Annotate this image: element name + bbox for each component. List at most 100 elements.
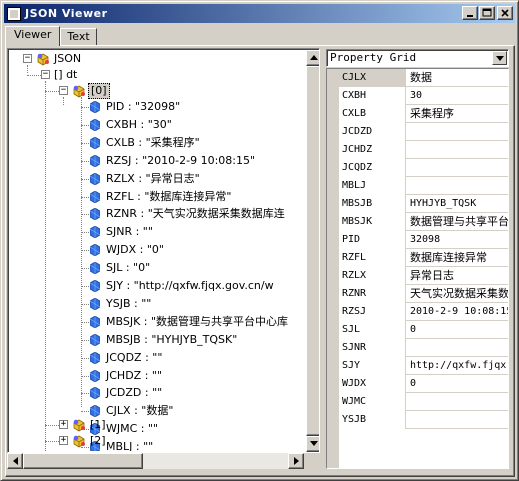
- grid-row[interactable]: RZFL 数据库连接异常: [327, 249, 508, 267]
- property-value[interactable]: 32098: [407, 231, 508, 249]
- property-value[interactable]: 采集程序: [407, 105, 508, 123]
- tree-node-item-2[interactable]: + [2]: [10, 433, 210, 449]
- close-button[interactable]: [497, 6, 513, 20]
- property-value[interactable]: [407, 393, 508, 411]
- scroll-down-button[interactable]: [306, 436, 319, 452]
- scroll-thumb[interactable]: [306, 66, 319, 436]
- tree-node-property[interactable]: RZLX : "异常日志": [10, 171, 306, 187]
- row-margin: [327, 249, 339, 267]
- pane-splitter[interactable]: [321, 48, 325, 469]
- collapse-icon[interactable]: −: [23, 54, 32, 63]
- property-value[interactable]: 异常日志: [407, 267, 508, 285]
- minimize-button[interactable]: [462, 6, 478, 20]
- tree-node-property[interactable]: SJL : "0": [10, 260, 306, 276]
- app-icon: [7, 6, 21, 21]
- dropdown-button[interactable]: [492, 51, 507, 65]
- property-value[interactable]: [407, 177, 508, 195]
- grid-row[interactable]: JCQDZ: [327, 159, 508, 177]
- tree-node-property[interactable]: CXBH : "30": [10, 117, 306, 133]
- tree-node-property[interactable]: PID : "32098": [10, 99, 306, 115]
- property-value[interactable]: 数据: [407, 69, 508, 87]
- tree-node-property[interactable]: RZSJ : "2010-2-9 10:08:15": [10, 153, 306, 169]
- grid-row[interactable]: WJDX 0: [327, 375, 508, 393]
- grid-row[interactable]: MBSJK 数据管理与共享平台中: [327, 213, 508, 231]
- grid-row[interactable]: JCHDZ: [327, 141, 508, 159]
- tree-node-label: RZFL : "数据库连接异常": [106, 189, 232, 203]
- tree-node-root[interactable]: − JSON: [10, 51, 210, 67]
- property-value[interactable]: [407, 339, 508, 357]
- property-grid-selector[interactable]: Property Grid: [326, 49, 509, 67]
- tree-node-property[interactable]: JCQDZ : "": [10, 350, 306, 366]
- property-value[interactable]: 2010-2-9 10:08:15: [407, 303, 508, 321]
- grid-row[interactable]: SJY http://qxfw.fjqx.: [327, 357, 508, 375]
- grid-row[interactable]: JCDZD: [327, 123, 508, 141]
- grid-row[interactable]: SJNR: [327, 339, 508, 357]
- property-value[interactable]: [407, 411, 508, 429]
- grid-row[interactable]: CXBH 30: [327, 87, 508, 105]
- tree-node-property[interactable]: MBSJK : "数据管理与共享平台中心库: [10, 314, 306, 330]
- property-value[interactable]: 天气实况数据采集数: [407, 285, 508, 303]
- scroll-left-button[interactable]: [7, 453, 23, 469]
- property-value[interactable]: HYHJYB_TQSK: [407, 195, 508, 213]
- scroll-right-button[interactable]: [288, 453, 304, 469]
- property-name: JCQDZ: [339, 159, 406, 177]
- property-grid[interactable]: CJLX 数据 CXBH 30 CXLB 采集程序 JCDZD JCHDZ JCQDZ MBLJ M…: [326, 68, 509, 469]
- property-name: JCDZD: [339, 123, 406, 141]
- tree-horizontal-scrollbar[interactable]: [7, 453, 320, 469]
- grid-row[interactable]: CXLB 采集程序: [327, 105, 508, 123]
- tree-vertical-scrollbar[interactable]: [306, 50, 319, 452]
- property-value[interactable]: 数据库连接异常: [407, 249, 508, 267]
- property-value[interactable]: [407, 159, 508, 177]
- expand-icon[interactable]: +: [59, 420, 68, 429]
- row-margin: [327, 141, 339, 159]
- property-icon: [90, 262, 100, 275]
- tree-node-dt[interactable]: − [] dt: [10, 67, 210, 83]
- grid-row[interactable]: PID 32098: [327, 231, 508, 249]
- tree-node-property[interactable]: MBSJB : "HYHJYB_TQSK": [10, 332, 306, 348]
- collapse-icon[interactable]: −: [41, 70, 50, 79]
- grid-row[interactable]: SJL 0: [327, 321, 508, 339]
- grid-row[interactable]: YSJB: [327, 411, 508, 429]
- title-bar[interactable]: JSON Viewer: [4, 4, 515, 23]
- grid-row[interactable]: RZSJ 2010-2-9 10:08:15: [327, 303, 508, 321]
- grid-row[interactable]: MBLJ: [327, 177, 508, 195]
- maximize-button[interactable]: [479, 6, 495, 20]
- tree-node-item-3[interactable]: +[3]: [10, 449, 210, 451]
- tree-node-label: JCDZD : "": [106, 386, 163, 400]
- tab-viewer[interactable]: Viewer: [5, 26, 61, 46]
- property-value[interactable]: 0: [407, 375, 508, 393]
- tree-node-property[interactable]: JCHDZ : "": [10, 368, 306, 384]
- tree-node-property[interactable]: RZNR : "天气实况数据采集数据库连: [10, 206, 306, 222]
- tree-node-item-0[interactable]: − [0]: [10, 83, 210, 99]
- grid-row[interactable]: CJLX 数据: [327, 69, 508, 87]
- tree-node-item-1[interactable]: + [1]: [10, 417, 210, 433]
- tree-node-property[interactable]: WJDX : "0": [10, 242, 306, 258]
- json-tree-view[interactable]: − JSON − [] dt − [0] PID: "32098" CXBH …: [7, 48, 320, 453]
- property-name: SJY: [339, 357, 406, 375]
- tree-node-property[interactable]: SJY : "http://qxfw.fjqx.gov.cn/w: [10, 278, 306, 294]
- property-value[interactable]: 0: [407, 321, 508, 339]
- tree-node-property[interactable]: YSJB : "": [10, 296, 306, 312]
- grid-row[interactable]: RZNR 天气实况数据采集数: [327, 285, 508, 303]
- property-value[interactable]: [407, 123, 508, 141]
- tab-text[interactable]: Text: [60, 28, 97, 46]
- property-value[interactable]: http://qxfw.fjqx.: [407, 357, 508, 375]
- property-value[interactable]: [407, 141, 508, 159]
- property-value[interactable]: 30: [407, 87, 508, 105]
- scroll-thumb[interactable]: [23, 453, 143, 469]
- grid-row[interactable]: RZLX 异常日志: [327, 267, 508, 285]
- property-name: MBSJB: [339, 195, 406, 213]
- tree-node-property[interactable]: JCDZD : "": [10, 385, 306, 401]
- row-margin: [327, 393, 339, 411]
- row-margin: [327, 177, 339, 195]
- tree-node-property[interactable]: SJNR : "": [10, 224, 306, 240]
- grid-row[interactable]: MBSJB HYHJYB_TQSK: [327, 195, 508, 213]
- tree-node-property[interactable]: CXLB : "采集程序": [10, 135, 306, 151]
- grid-row[interactable]: WJMC: [327, 393, 508, 411]
- property-value[interactable]: 数据管理与共享平台中: [407, 213, 508, 231]
- window-title: JSON Viewer: [25, 7, 108, 20]
- tree-node-property[interactable]: RZFL : "数据库连接异常": [10, 189, 306, 205]
- scroll-up-button[interactable]: [306, 50, 319, 66]
- collapse-icon[interactable]: −: [59, 86, 68, 95]
- expand-icon[interactable]: +: [59, 436, 68, 445]
